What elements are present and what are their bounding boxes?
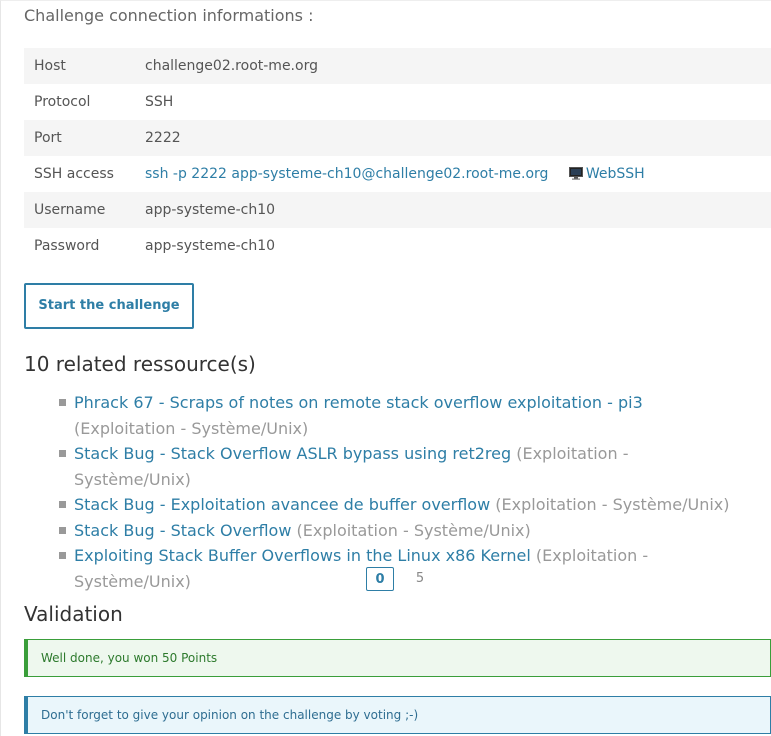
resource-link[interactable]: Stack Bug - Stack Overflow <box>74 521 291 540</box>
host-label: Host <box>24 48 145 84</box>
resource-link[interactable]: Phrack 67 - Scraps of notes on remote st… <box>74 393 643 412</box>
table-row: Username app-systeme-ch10 <box>24 192 771 228</box>
validation-title: Validation <box>24 602 123 626</box>
resource-category: (Exploitation - Système/Unix) <box>296 520 531 540</box>
start-challenge-button[interactable]: Start the challenge <box>24 283 194 329</box>
protocol-value: SSH <box>145 94 174 110</box>
password-value: app-systeme-ch10 <box>145 238 276 254</box>
list-item: Stack Bug - Stack Overflow (Exploitation… <box>56 518 746 544</box>
table-row: SSH access ssh -p 2222 app-systeme-ch10@… <box>24 156 771 192</box>
table-row: Port 2222 <box>24 120 771 156</box>
resource-category: (Exploitation - Système/Unix) <box>74 418 309 438</box>
port-label: Port <box>24 120 145 156</box>
table-row: Protocol SSH <box>24 84 771 120</box>
resource-link[interactable]: Exploiting Stack Buffer Overflows in the… <box>74 546 531 565</box>
square-bullet-icon <box>59 501 66 508</box>
connection-info-title: Challenge connection informations : <box>24 6 314 25</box>
resource-link[interactable]: Stack Bug - Exploitation avancee de buff… <box>74 495 490 514</box>
square-bullet-icon <box>59 552 66 559</box>
square-bullet-icon <box>59 399 66 406</box>
username-value: app-systeme-ch10 <box>145 192 771 228</box>
username-label: Username <box>24 192 145 228</box>
page-next-link[interactable]: 5 <box>406 567 434 591</box>
protocol-label: Protocol <box>34 94 91 110</box>
list-item: Phrack 67 - Scraps of notes on remote st… <box>56 390 746 441</box>
resource-list: Phrack 67 - Scraps of notes on remote st… <box>56 390 746 594</box>
pagination: 05 <box>366 567 434 591</box>
list-item: Stack Bug - Stack Overflow ASLR bypass u… <box>56 441 746 492</box>
webssh-link-wrap[interactable]: WebSSH <box>568 166 645 182</box>
port-value: 2222 <box>145 120 771 156</box>
resource-link[interactable]: Stack Bug - Stack Overflow ASLR bypass u… <box>74 444 511 463</box>
table-row: Password app-systeme-ch10 <box>24 228 771 264</box>
terminal-icon <box>568 167 583 180</box>
password-label: Password <box>34 238 100 254</box>
success-alert: Well done, you won 50 Points <box>24 639 771 677</box>
info-alert: Don't forget to give your opinion on the… <box>24 696 771 734</box>
ssh-command-link[interactable]: ssh -p 2222 app-systeme-ch10@challenge02… <box>145 166 548 182</box>
page-current-button[interactable]: 0 <box>366 567 394 591</box>
square-bullet-icon <box>59 450 66 457</box>
host-value: challenge02.root-me.org <box>145 48 771 84</box>
connection-info-table: Host challenge02.root-me.org Protocol SS… <box>24 48 771 264</box>
ssh-access-cell: ssh -p 2222 app-systeme-ch10@challenge02… <box>145 156 771 192</box>
ssh-access-label: SSH access <box>34 166 114 182</box>
related-resources-title: 10 related ressource(s) <box>24 352 256 376</box>
table-row: Host challenge02.root-me.org <box>24 48 771 84</box>
square-bullet-icon <box>59 526 66 534</box>
webssh-link[interactable]: WebSSH <box>586 166 645 182</box>
list-item: Stack Bug - Exploitation avancee de buff… <box>56 492 746 518</box>
resource-category: (Exploitation - Système/Unix) <box>495 495 730 514</box>
